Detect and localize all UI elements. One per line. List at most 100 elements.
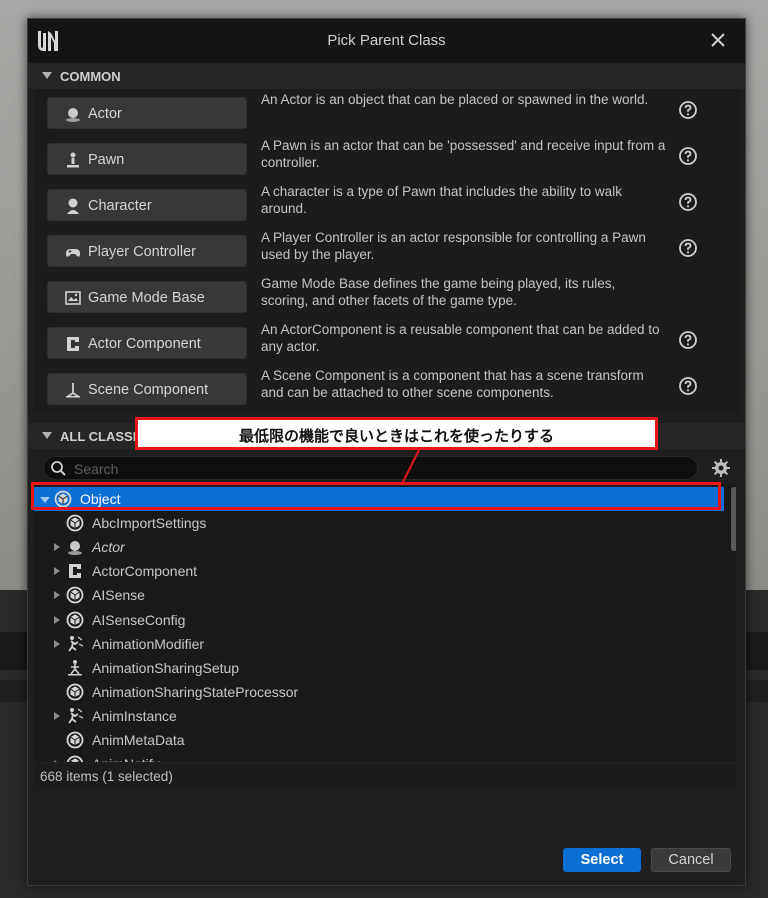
actor-component-icon: [67, 337, 79, 351]
common-class-description: A Player Controller is an actor responsi…: [261, 230, 646, 262]
object-class-icon: [66, 731, 84, 749]
annotation-text: 最低限の機能で良いときはこれを使ったりする: [238, 427, 554, 445]
tree-item-label: AnimationModifier: [92, 635, 205, 652]
annotation-highlight-box: [31, 482, 721, 510]
object-class-icon: [66, 611, 84, 628]
tree-scrollbar[interactable]: [731, 487, 736, 551]
common-class-label: Player Controller: [88, 244, 196, 260]
expand-arrow-icon[interactable]: [54, 711, 60, 720]
actor-component-icon: [69, 564, 81, 579]
common-classes-list: Actor An Actor is an object that can be p…: [34, 89, 741, 413]
common-class-label: Pawn: [88, 152, 125, 168]
common-class-row: Player Controller A Player Controller is …: [34, 227, 741, 273]
tree-item-label: ActorComponent: [92, 563, 198, 580]
common-class-button[interactable]: Character: [47, 189, 247, 221]
common-class-row: Pawn A Pawn is an actor that can be 'poss…: [34, 135, 741, 181]
actor-sphere-icon: [68, 541, 82, 556]
tree-item-label: AnimMetaData: [92, 732, 185, 748]
help-icon[interactable]: [678, 330, 698, 350]
class-tree: AnimNotify AnimMetaData AnimInstance Animat…: [34, 484, 736, 762]
tree-row[interactable]: AbcImportSettings: [34, 511, 724, 535]
expand-arrow-icon[interactable]: [54, 760, 60, 762]
common-class-label: Scene Component: [88, 382, 209, 398]
common-class-button[interactable]: Game Mode Base: [47, 281, 247, 313]
common-class-button[interactable]: Scene Component: [47, 373, 247, 405]
status-bar: 668 items (1 selected): [34, 764, 736, 790]
tree-item-label: AISense: [92, 587, 145, 604]
select-button[interactable]: Select: [563, 848, 641, 872]
tree-item-label: AnimInstance: [92, 707, 177, 724]
animation-icon: [68, 635, 84, 652]
common-class-button[interactable]: Pawn: [47, 143, 247, 175]
common-class-description: An ActorComponent is a reusable componen…: [261, 322, 660, 354]
gear-icon[interactable]: [711, 458, 731, 478]
common-class-description: Game Mode Base defines the game being pl…: [261, 276, 616, 308]
help-icon[interactable]: [678, 376, 698, 396]
common-class-row: Actor An Actor is an object that can be p…: [34, 89, 741, 135]
tree-row[interactable]: AnimNotify: [34, 752, 724, 762]
common-class-description: A Pawn is an actor that can be 'possesse…: [261, 138, 666, 170]
common-class-row: Actor Component An ActorComponent is a re…: [34, 319, 741, 365]
expand-arrow-icon[interactable]: [54, 543, 60, 552]
tree-row[interactable]: Actor: [34, 535, 724, 559]
common-class-label: Actor: [88, 106, 122, 122]
tree-row[interactable]: AnimInstance: [34, 704, 724, 728]
common-class-description: A character is a type of Pawn that inclu…: [261, 184, 622, 216]
close-icon[interactable]: [707, 29, 729, 51]
item-count: 668 items (1 selected): [40, 769, 173, 784]
annotation-callout: 最低限の機能で良いときはこれを使ったりする: [135, 417, 658, 450]
tree-item-label: AISenseConfig: [92, 611, 186, 628]
actor-sphere-icon: [66, 108, 80, 122]
animation-sharing-icon: [68, 659, 82, 676]
title-bar: Pick Parent Class: [28, 19, 745, 63]
cancel-button[interactable]: Cancel: [651, 848, 731, 872]
expand-arrow-icon[interactable]: [54, 567, 60, 576]
object-class-icon: [66, 586, 84, 604]
tree-row[interactable]: AnimationSharingSetup: [34, 656, 724, 680]
tree-row[interactable]: AISense: [34, 583, 724, 607]
common-class-button[interactable]: Actor: [47, 97, 247, 129]
tree-row[interactable]: AnimationModifier: [34, 632, 724, 656]
help-icon[interactable]: [678, 238, 698, 258]
expand-arrow-icon[interactable]: [54, 639, 60, 648]
animation-icon: [68, 707, 84, 724]
common-section-header[interactable]: COMMON: [28, 63, 745, 89]
common-class-description: An Actor is an object that can be placed…: [261, 92, 649, 107]
game-mode-icon: [65, 291, 81, 305]
collapse-arrow-icon: [42, 432, 52, 439]
tree-row[interactable]: ActorComponent: [34, 559, 724, 583]
help-icon[interactable]: [678, 100, 698, 120]
character-icon: [67, 198, 79, 214]
expand-arrow-icon[interactable]: [54, 615, 60, 624]
tree-item-label: AnimationSharingStateProcessor: [92, 683, 299, 700]
tree-item-label: AbcImportSettings: [92, 515, 207, 532]
tree-item-label: AnimationSharingSetup: [92, 659, 240, 676]
search-icon: [51, 461, 66, 476]
tree-row[interactable]: AnimationSharingStateProcessor: [34, 680, 724, 704]
tree-item-label: AnimNotify: [92, 756, 160, 762]
tree-row[interactable]: AISenseConfig: [34, 608, 724, 632]
help-icon[interactable]: [678, 192, 698, 212]
common-class-row: Character A character is a type of Pawn t…: [34, 181, 741, 227]
common-class-row: Scene Component A Scene Component is a co…: [34, 365, 741, 411]
pawn-icon: [67, 152, 79, 168]
common-class-label: Game Mode Base: [88, 290, 205, 306]
tree-row[interactable]: AnimMetaData: [34, 728, 724, 752]
help-icon[interactable]: [678, 146, 698, 166]
common-class-row: Game Mode Base Game Mode Base defines the…: [34, 273, 741, 319]
object-class-icon: [66, 683, 84, 701]
common-section-label: COMMON: [60, 69, 121, 84]
collapse-arrow-icon: [42, 72, 52, 79]
object-class-icon: [66, 514, 84, 532]
common-class-button[interactable]: Player Controller: [47, 235, 247, 267]
search-field[interactable]: [43, 456, 698, 480]
gamepad-icon: [66, 249, 80, 257]
common-class-button[interactable]: Actor Component: [47, 327, 247, 359]
dialog-title: Pick Parent Class: [327, 32, 446, 49]
common-class-description: A Scene Component is a component that ha…: [261, 368, 644, 400]
expand-arrow-icon[interactable]: [54, 591, 60, 600]
search-input[interactable]: [74, 459, 674, 478]
pick-parent-class-dialog: Pick Parent Class COMMON Actor An Actor i…: [27, 18, 746, 886]
common-class-label: Character: [88, 198, 152, 214]
common-class-label: Actor Component: [88, 336, 201, 352]
